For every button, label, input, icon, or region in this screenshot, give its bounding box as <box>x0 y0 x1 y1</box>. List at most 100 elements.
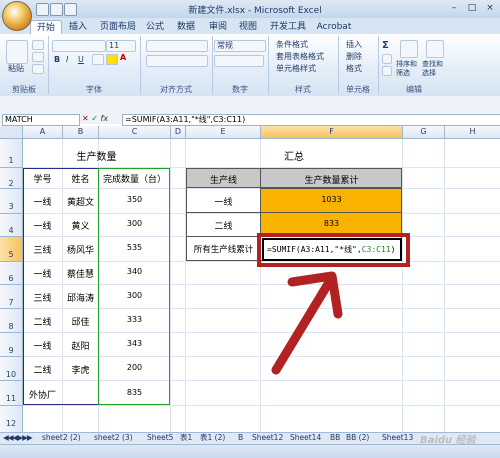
cell-a5[interactable]: 三线 <box>23 243 62 256</box>
row-header-1[interactable]: 1 <box>0 139 23 168</box>
maximize-button[interactable]: □ <box>464 2 480 14</box>
row-header-7[interactable]: 7 <box>0 285 23 309</box>
office-button[interactable] <box>2 1 32 31</box>
save-icon[interactable] <box>36 3 49 16</box>
row-header-9[interactable]: 9 <box>0 333 23 357</box>
cell-a10[interactable]: 二线 <box>23 363 62 376</box>
format-cells-button[interactable]: 格式 <box>346 63 362 74</box>
cell-b6[interactable]: 蔡佳慧 <box>63 267 98 280</box>
tab-view[interactable]: 视图 <box>234 20 262 34</box>
row-header-2[interactable]: 2 <box>0 168 23 189</box>
sheet-tab-sheet14[interactable]: Sheet14 <box>290 433 321 443</box>
cell-c4[interactable]: 300 <box>99 219 170 228</box>
conditional-format-button[interactable]: 条件格式 <box>276 39 308 50</box>
row-header-4[interactable]: 4 <box>0 214 23 237</box>
row-header-5[interactable]: 5 <box>0 237 23 262</box>
table-format-button[interactable]: 套用表格格式 <box>276 51 324 62</box>
undo-icon[interactable] <box>50 3 63 16</box>
cell-c3[interactable]: 350 <box>99 195 170 204</box>
tab-insert[interactable]: 插入 <box>64 20 92 34</box>
column-header-b[interactable]: B <box>63 126 99 139</box>
cell-c11[interactable]: 835 <box>99 388 170 397</box>
font-name-select[interactable] <box>52 40 106 52</box>
cell-c9[interactable]: 343 <box>99 339 170 348</box>
cell-c7[interactable]: 300 <box>99 291 170 300</box>
font-size-select[interactable]: 11 <box>106 40 136 52</box>
row-header-3[interactable]: 3 <box>0 189 23 214</box>
column-header-a[interactable]: A <box>23 126 63 139</box>
fill-color-icon[interactable] <box>106 54 118 65</box>
redo-icon[interactable] <box>64 3 77 16</box>
cell-b10[interactable]: 李虎 <box>63 363 98 376</box>
horizontal-align-buttons[interactable] <box>146 55 208 67</box>
cell-a11[interactable]: 外协厂 <box>23 388 62 401</box>
cell-a3[interactable]: 一线 <box>23 195 62 208</box>
name-box[interactable]: MATCH <box>2 114 80 126</box>
tab-data[interactable]: 数据 <box>172 20 200 34</box>
column-header-f[interactable]: F <box>261 126 403 139</box>
copy-icon[interactable] <box>32 52 44 62</box>
row-header-11[interactable]: 11 <box>0 381 23 406</box>
cell-e5[interactable]: 所有生产线累计 <box>186 243 261 255</box>
formula-input[interactable]: =SUMIF(A3:A11,"*线",C3:C11) <box>122 114 500 126</box>
cell-a4[interactable]: 一线 <box>23 219 62 232</box>
tab-home[interactable]: 开始 <box>30 20 62 35</box>
cell-c6[interactable]: 340 <box>99 267 170 276</box>
row-header-12[interactable]: 12 <box>0 406 23 433</box>
cell-c10[interactable]: 200 <box>99 363 170 372</box>
cell-b8[interactable]: 邱佳 <box>63 315 98 328</box>
sheet-tab-bb-2[interactable]: BB (2) <box>346 433 369 443</box>
cut-icon[interactable] <box>32 40 44 50</box>
column-header-e[interactable]: E <box>186 126 261 139</box>
autosum-icon[interactable]: Σ <box>382 40 389 51</box>
sheet-tab-b[interactable]: B <box>238 433 243 443</box>
sheet-nav-buttons[interactable]: ◀◀◀▶▶▶ <box>3 433 37 443</box>
cell-c8[interactable]: 333 <box>99 315 170 324</box>
sheet-tab-t1-2[interactable]: 表1 (2) <box>200 433 225 443</box>
cell-b9[interactable]: 赵阳 <box>63 339 98 352</box>
tab-review[interactable]: 审阅 <box>204 20 232 34</box>
sort-filter-icon[interactable] <box>400 40 418 58</box>
cell-c5[interactable]: 535 <box>99 243 170 252</box>
sheet-tab-sheet2-3[interactable]: sheet2 (3) <box>94 433 133 443</box>
column-header-c[interactable]: C <box>99 126 171 139</box>
formula-buttons[interactable]: ✕ ✓ fx <box>82 114 122 124</box>
row-header-6[interactable]: 6 <box>0 262 23 285</box>
fill-icon[interactable] <box>382 54 392 64</box>
column-header-h[interactable]: H <box>445 126 500 139</box>
bold-button[interactable]: B <box>54 55 60 64</box>
cell-e4[interactable]: 二线 <box>186 219 261 232</box>
cell-a8[interactable]: 二线 <box>23 315 62 328</box>
cell-a6[interactable]: 一线 <box>23 267 62 280</box>
row-header-10[interactable]: 10 <box>0 357 23 381</box>
number-format-select[interactable]: 常规 <box>214 40 266 52</box>
vertical-align-buttons[interactable] <box>146 40 208 52</box>
column-header-d[interactable]: D <box>171 126 186 139</box>
cell-f3[interactable]: 1033 <box>261 195 402 204</box>
format-painter-icon[interactable] <box>32 64 44 74</box>
cell-style-button[interactable]: 单元格样式 <box>276 63 316 74</box>
sheet-tab-t1[interactable]: 表1 <box>180 433 192 443</box>
select-all-corner[interactable] <box>0 126 23 139</box>
close-button[interactable]: × <box>482 2 498 14</box>
fx-icon[interactable]: fx <box>101 114 109 123</box>
cell-b5[interactable]: 杨风华 <box>63 243 98 256</box>
borders-icon[interactable] <box>92 54 104 65</box>
insert-cells-button[interactable]: 插入 <box>346 39 362 50</box>
sheet-tab-sheet12[interactable]: Sheet12 <box>252 433 283 443</box>
minimize-button[interactable]: – <box>446 2 462 14</box>
tab-page-layout[interactable]: 页面布局 <box>96 20 140 34</box>
tab-formulas[interactable]: 公式 <box>142 20 168 34</box>
clear-icon[interactable] <box>382 66 392 76</box>
number-format-buttons[interactable] <box>214 55 264 67</box>
underline-button[interactable]: U <box>78 55 84 64</box>
delete-cells-button[interactable]: 删除 <box>346 51 362 62</box>
cell-a9[interactable]: 一线 <box>23 339 62 352</box>
sheet-tab-sheet5[interactable]: Sheet5 <box>147 433 173 443</box>
paste-icon[interactable] <box>6 40 28 64</box>
find-select-icon[interactable] <box>426 40 444 58</box>
sheet-tab-sheet2-2[interactable]: sheet2 (2) <box>42 433 81 443</box>
cell-f4[interactable]: 833 <box>261 219 402 228</box>
tab-developer[interactable]: 开发工具 <box>268 20 308 34</box>
cell-b7[interactable]: 邱海涛 <box>63 291 98 304</box>
